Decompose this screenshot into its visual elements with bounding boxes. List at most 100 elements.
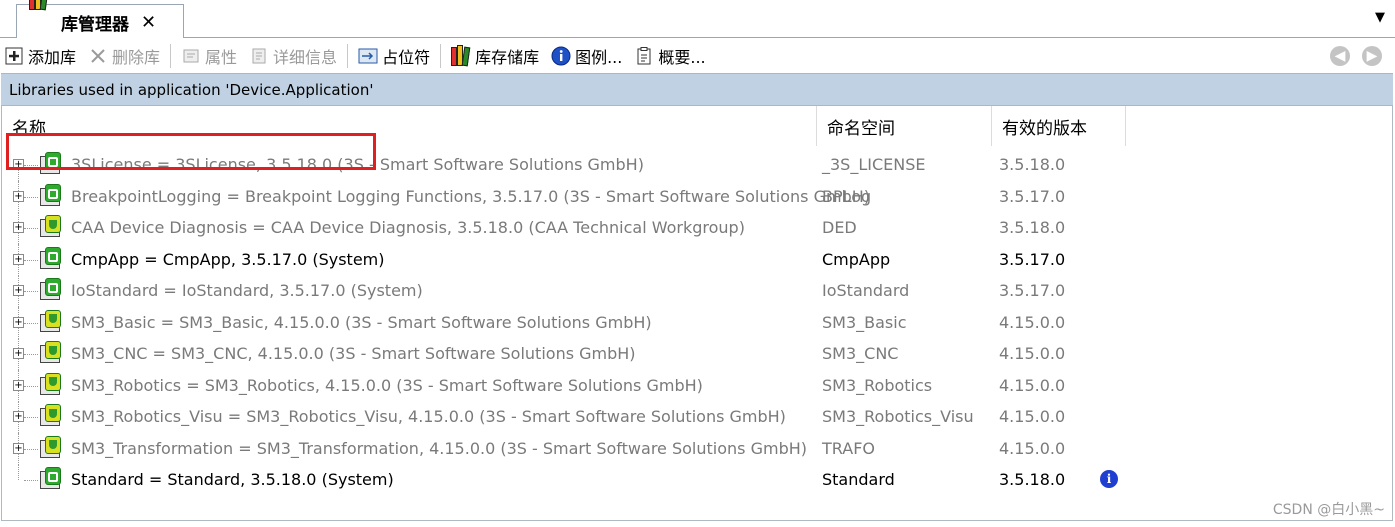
library-name: CmpApp = CmpApp, 3.5.17.0 (System) (71, 249, 385, 269)
repository-button[interactable]: 库存储库 (445, 42, 545, 70)
info-bar: Libraries used in application 'Device.Ap… (1, 73, 1393, 106)
library-version: 4.15.0.0 (999, 344, 1066, 363)
properties-button[interactable]: 属性 (175, 42, 243, 70)
library-name: SM3_Robotics_Visu = SM3_Robotics_Visu, 4… (71, 407, 786, 426)
properties-icon (181, 46, 201, 66)
chevron-down-icon[interactable]: ▼ (1375, 10, 1385, 25)
info-icon (551, 46, 571, 66)
library-namespace: TRAFO (822, 438, 875, 458)
overview-icon (634, 46, 654, 66)
library-name: SM3_Robotics = SM3_Robotics, 4.15.0.0 (3… (71, 375, 703, 395)
delete-icon (88, 46, 108, 66)
tree-line (24, 385, 38, 387)
library-lock-icon (40, 246, 64, 271)
library-namespace: SM3_Robotics (822, 375, 933, 395)
toolbar: 添加库 删除库 属性 详细信息 占位符 库存储库 图例... 概要... (0, 38, 1395, 73)
expand-icon[interactable]: + (13, 442, 24, 454)
table-row[interactable]: + SM3_CNC = SM3_CNC, 4.15.0.0 (3S - Smart… (2, 338, 1392, 370)
table-row[interactable]: + CAA Device Diagnosis = CAA Device Diagn… (2, 212, 1392, 244)
library-shield-icon (40, 309, 64, 334)
library-lock-icon (40, 183, 64, 208)
library-name: SM3_Basic = SM3_Basic, 4.15.0.0 (3S - Sm… (71, 312, 652, 332)
placeholder-label: 占位符 (382, 47, 431, 67)
table-row[interactable]: + BreakpointLogging = Breakpoint Logging … (2, 180, 1392, 213)
library-version: 3.5.17.0 (999, 186, 1066, 206)
library-namespace: _3S_LICENSE (822, 155, 926, 174)
expand-icon[interactable]: + (13, 411, 24, 422)
tree-line (24, 480, 38, 481)
column-header-version[interactable]: 有效的版本 (992, 106, 1126, 146)
books-icon (451, 44, 471, 66)
column-header-namespace[interactable]: 命名空间 (817, 106, 992, 146)
library-version: 4.15.0.0 (999, 438, 1066, 458)
library-namespace: Standard (822, 470, 895, 489)
library-namespace: CmpApp (822, 249, 891, 269)
expand-icon[interactable]: + (13, 253, 24, 265)
library-version: 3.5.17.0 (999, 249, 1066, 269)
placeholder-button[interactable]: 占位符 (352, 42, 436, 70)
library-version: 3.5.17.0 (999, 281, 1066, 300)
highlight-box (6, 133, 376, 170)
details-button[interactable]: 详细信息 (243, 42, 343, 70)
toolbar-separator (440, 43, 442, 68)
legend-label: 图例... (575, 47, 623, 67)
library-shield-icon (40, 435, 64, 460)
expand-icon[interactable]: + (13, 316, 24, 328)
table-row[interactable]: + SM3_Transformation = SM3_Transformation… (2, 432, 1392, 465)
legend-button[interactable]: 图例... (545, 42, 628, 70)
tree-line (24, 196, 38, 198)
expand-icon[interactable]: + (13, 222, 24, 233)
table-row[interactable]: + CmpApp = CmpApp, 3.5.17.0 (System) CmpAp… (2, 243, 1392, 276)
library-namespace: DED (822, 218, 857, 237)
delete-library-button[interactable]: 删除库 (82, 42, 166, 70)
table-row[interactable]: + SM3_Basic = SM3_Basic, 4.15.0.0 (3S - S… (2, 306, 1392, 339)
table-bottom-border (1, 520, 1393, 521)
library-name: SM3_CNC = SM3_CNC, 4.15.0.0 (3S - Smart … (71, 344, 636, 363)
details-icon (249, 46, 269, 66)
delete-library-label: 删除库 (112, 47, 161, 67)
tree-line (24, 448, 38, 450)
library-shield-icon (40, 215, 64, 239)
add-library-button[interactable]: 添加库 (0, 42, 82, 70)
expand-icon[interactable]: + (13, 285, 24, 296)
forward-icon[interactable]: ▶ (1362, 46, 1382, 66)
table-row[interactable]: + SM3_Robotics = SM3_Robotics, 4.15.0.0 (… (2, 369, 1392, 402)
properties-label: 属性 (205, 47, 238, 67)
tab-strip: 库管理器 ✕ ▼ (0, 0, 1395, 39)
overview-label: 概要... (658, 47, 706, 67)
back-icon[interactable]: ◀ (1330, 46, 1350, 66)
watermark: CSDN @白小黑~ (1272, 502, 1385, 518)
expand-icon[interactable]: + (13, 348, 24, 359)
library-namespace: SM3_CNC (822, 344, 899, 363)
library-version: 4.15.0.0 (999, 312, 1066, 332)
library-name: SM3_Transformation = SM3_Transformation,… (71, 438, 807, 458)
library-namespace: SM3_Basic (822, 312, 907, 332)
details-label: 详细信息 (273, 47, 338, 67)
table-row[interactable]: Standard = Standard, 3.5.18.0 (System) St… (2, 464, 1392, 495)
tree-line (24, 291, 38, 292)
expand-icon[interactable]: + (13, 190, 24, 202)
library-version: 3.5.18.0 (999, 470, 1066, 489)
tree-line (24, 228, 38, 229)
tab-title: 库管理器 (61, 14, 129, 35)
add-icon (4, 46, 24, 66)
table-row[interactable]: + IoStandard = IoStandard, 3.5.17.0 (Syst… (2, 275, 1392, 307)
overview-button[interactable]: 概要... (628, 42, 711, 70)
repository-label: 库存储库 (475, 47, 540, 67)
add-library-label: 添加库 (28, 47, 77, 67)
tab-library-manager[interactable]: 库管理器 ✕ (16, 0, 184, 39)
library-shield-icon (40, 404, 64, 428)
info-icon[interactable]: i (1100, 470, 1118, 488)
toolbar-separator (170, 43, 172, 68)
placeholder-icon (358, 46, 378, 66)
tree-line (24, 417, 38, 418)
info-bar-text: Libraries used in application 'Device.Ap… (9, 80, 374, 99)
library-lock-icon (40, 278, 64, 302)
library-namespace: BPLog (822, 186, 872, 206)
tree-line (18, 464, 19, 480)
expand-icon[interactable]: + (13, 379, 24, 391)
library-version: 3.5.18.0 (999, 218, 1066, 237)
close-icon[interactable]: ✕ (141, 12, 156, 33)
library-shield-icon (40, 372, 64, 397)
table-row[interactable]: + SM3_Robotics_Visu = SM3_Robotics_Visu, … (2, 401, 1392, 433)
